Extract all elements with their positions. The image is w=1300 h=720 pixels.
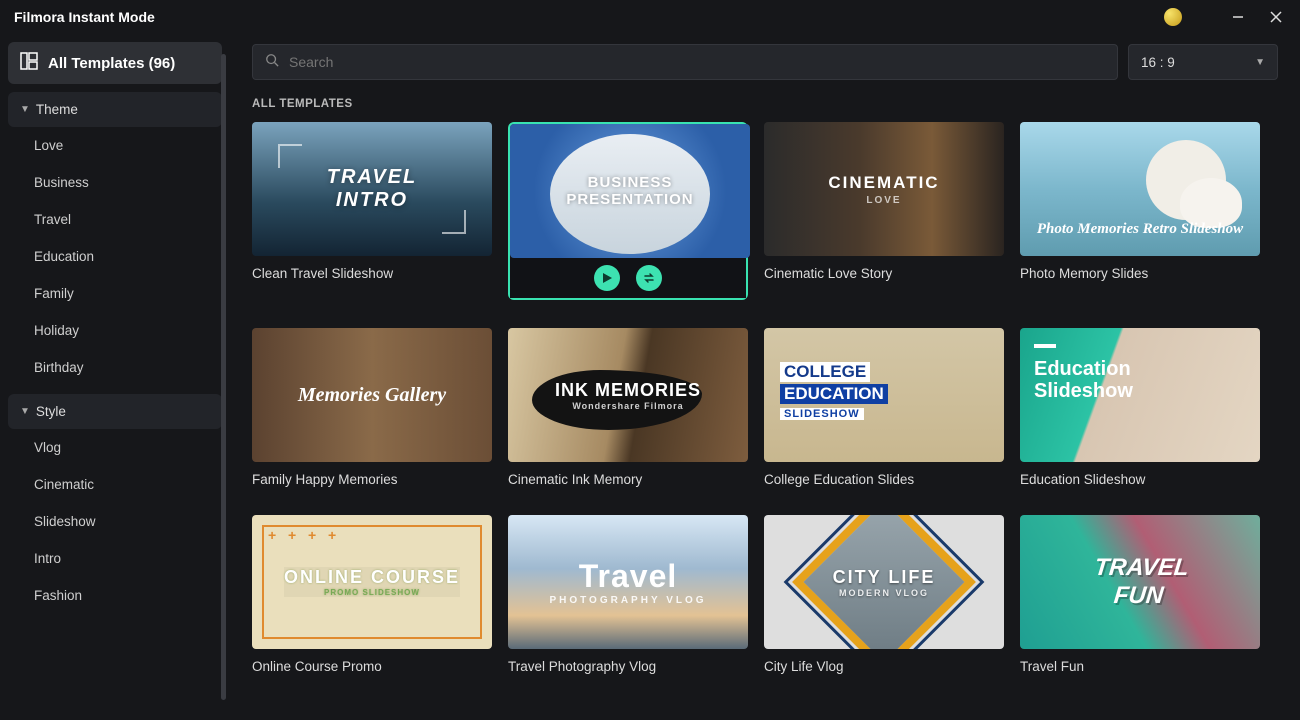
- template-card[interactable]: CITY LIFEMODERN VLOG City Life Vlog: [764, 515, 1004, 674]
- sidebar-section-theme[interactable]: ▼ Theme: [8, 92, 222, 127]
- template-thumbnail: TRAVELFUN: [1020, 515, 1260, 649]
- template-card[interactable]: Memories Gallery Family Happy Memories: [252, 328, 492, 487]
- sidebar-section-label: Theme: [36, 102, 78, 117]
- window-title: Filmora Instant Mode: [14, 9, 155, 25]
- template-grid: TRAVELINTRO Clean Travel Slideshow BUSIN…: [252, 122, 1278, 674]
- template-name: Photo Memory Slides: [1020, 266, 1260, 281]
- search-box[interactable]: [252, 44, 1118, 80]
- grid-heading: ALL TEMPLATES: [252, 98, 1278, 110]
- sidebar: All Templates (96) ▼ Theme Love Business…: [0, 34, 230, 720]
- template-name: Cinematic Ink Memory: [508, 472, 748, 487]
- chevron-down-icon: ▼: [20, 406, 30, 417]
- template-card[interactable]: COLLEGE EDUCATION SLIDESHOW College Educ…: [764, 328, 1004, 487]
- sidebar-item-fashion[interactable]: Fashion: [8, 577, 222, 614]
- template-thumbnail: COLLEGE EDUCATION SLIDESHOW: [764, 328, 1004, 462]
- template-name: Family Happy Memories: [252, 472, 492, 487]
- main-content: 16 : 9 ▼ ALL TEMPLATES TRAVELINTRO Clean…: [230, 34, 1300, 720]
- template-card[interactable]: TRAVELINTRO Clean Travel Slideshow: [252, 122, 492, 300]
- template-thumbnail: ++++ ONLINE COURSEPROMO SLIDESHOW: [252, 515, 492, 649]
- sidebar-item-education[interactable]: Education: [8, 238, 222, 275]
- template-name: Clean Travel Slideshow: [252, 266, 492, 281]
- templates-grid-icon: [20, 52, 38, 74]
- template-action-bar: [510, 258, 746, 298]
- close-button[interactable]: [1266, 7, 1286, 27]
- template-thumbnail: EducationSlideshow: [1020, 328, 1260, 462]
- play-button[interactable]: [594, 265, 620, 291]
- sidebar-item-vlog[interactable]: Vlog: [8, 429, 222, 466]
- template-thumbnail: BUSINESSPRESENTATION: [510, 124, 750, 258]
- template-card-selected[interactable]: BUSINESSPRESENTATION: [508, 122, 748, 300]
- search-input[interactable]: [289, 54, 1105, 70]
- template-name: College Education Slides: [764, 472, 1004, 487]
- template-thumbnail: INK MEMORIESWondershare Filmora: [508, 328, 748, 462]
- sidebar-item-cinematic[interactable]: Cinematic: [8, 466, 222, 503]
- swap-button[interactable]: [636, 265, 662, 291]
- template-thumbnail: TRAVELINTRO: [252, 122, 492, 256]
- template-name: Education Slideshow: [1020, 472, 1260, 487]
- template-thumbnail: CINEMATICLOVE: [764, 122, 1004, 256]
- aspect-ratio-value: 16 : 9: [1141, 55, 1175, 70]
- sidebar-section-label: Style: [36, 404, 66, 419]
- chevron-down-icon: ▼: [1255, 57, 1265, 68]
- template-thumbnail: TravelPHOTOGRAPHY VLOG: [508, 515, 748, 649]
- template-name: Travel Photography Vlog: [508, 659, 748, 674]
- sidebar-item-love[interactable]: Love: [8, 127, 222, 164]
- sidebar-item-travel[interactable]: Travel: [8, 201, 222, 238]
- template-name: Online Course Promo: [252, 659, 492, 674]
- sidebar-item-business[interactable]: Business: [8, 164, 222, 201]
- template-thumbnail: CITY LIFEMODERN VLOG: [764, 515, 1004, 649]
- app-logo-icon: [1164, 8, 1182, 26]
- template-thumbnail: Photo Memories Retro Slideshow: [1020, 122, 1260, 256]
- titlebar: Filmora Instant Mode: [0, 0, 1300, 34]
- template-card[interactable]: INK MEMORIESWondershare Filmora Cinemati…: [508, 328, 748, 487]
- topbar: 16 : 9 ▼: [252, 44, 1278, 80]
- aspect-ratio-select[interactable]: 16 : 9 ▼: [1128, 44, 1278, 80]
- sidebar-item-slideshow[interactable]: Slideshow: [8, 503, 222, 540]
- sidebar-item-intro[interactable]: Intro: [8, 540, 222, 577]
- template-card[interactable]: TRAVELFUN Travel Fun: [1020, 515, 1260, 674]
- template-name: Cinematic Love Story: [764, 266, 1004, 281]
- template-card[interactable]: CINEMATICLOVE Cinematic Love Story: [764, 122, 1004, 300]
- sidebar-item-holiday[interactable]: Holiday: [8, 312, 222, 349]
- minimize-button[interactable]: [1228, 7, 1248, 27]
- sidebar-item-family[interactable]: Family: [8, 275, 222, 312]
- search-icon: [265, 53, 279, 72]
- chevron-down-icon: ▼: [20, 104, 30, 115]
- template-card[interactable]: EducationSlideshow Education Slideshow: [1020, 328, 1260, 487]
- sidebar-item-birthday[interactable]: Birthday: [8, 349, 222, 386]
- template-name: City Life Vlog: [764, 659, 1004, 674]
- sidebar-section-style[interactable]: ▼ Style: [8, 394, 222, 429]
- template-card[interactable]: TravelPHOTOGRAPHY VLOG Travel Photograph…: [508, 515, 748, 674]
- sidebar-all-templates[interactable]: All Templates (96): [8, 42, 222, 84]
- template-name: Travel Fun: [1020, 659, 1260, 674]
- template-thumbnail: Memories Gallery: [252, 328, 492, 462]
- template-card[interactable]: ++++ ONLINE COURSEPROMO SLIDESHOW Online…: [252, 515, 492, 674]
- sidebar-all-templates-label: All Templates (96): [48, 55, 175, 72]
- template-card[interactable]: Photo Memories Retro Slideshow Photo Mem…: [1020, 122, 1260, 300]
